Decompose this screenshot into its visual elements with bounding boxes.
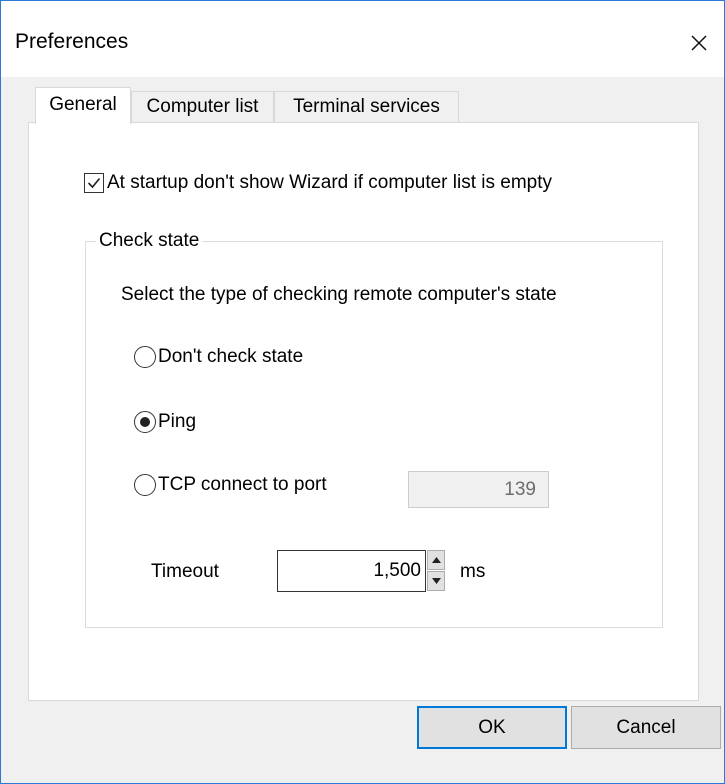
radio-tcp-connect[interactable] (134, 474, 156, 496)
radio-selected-dot (140, 417, 150, 427)
tab-terminal-services[interactable]: Terminal services (274, 91, 459, 123)
spin-up-button[interactable] (427, 550, 445, 570)
tab-general[interactable]: General (35, 87, 131, 124)
title-bar: Preferences (1, 1, 724, 77)
checkmark-icon (87, 177, 101, 189)
radio-ping-label[interactable]: Ping (158, 410, 196, 434)
check-state-description: Select the type of checking remote compu… (121, 284, 557, 305)
close-icon (691, 35, 707, 51)
wizard-checkbox-label[interactable]: At startup don't show Wizard if computer… (107, 172, 552, 194)
radio-dont-check-label[interactable]: Don't check state (158, 345, 303, 369)
check-state-group: Check state Select the type of checking … (85, 229, 663, 628)
tab-strip: General Computer list Terminal services (28, 87, 698, 124)
wizard-checkbox[interactable] (84, 173, 104, 193)
preferences-dialog: Preferences General Computer list Termin… (0, 0, 725, 784)
timeout-spinner (427, 550, 445, 592)
radio-ping[interactable] (134, 411, 156, 433)
radio-tcp-label[interactable]: TCP connect to port (158, 473, 327, 497)
timeout-label: Timeout (151, 561, 219, 582)
arrow-up-icon (432, 557, 441, 563)
timeout-unit-label: ms (460, 561, 486, 582)
cancel-button[interactable]: Cancel (571, 706, 721, 749)
window-title: Preferences (15, 30, 129, 53)
spin-down-button[interactable] (427, 571, 445, 591)
general-tab-panel: At startup don't show Wizard if computer… (28, 122, 699, 701)
check-state-legend: Check state (96, 229, 203, 253)
ok-button[interactable]: OK (417, 706, 567, 749)
tab-computer-list[interactable]: Computer list (131, 91, 274, 123)
close-button[interactable] (677, 21, 721, 65)
timeout-input[interactable]: 1,500 (277, 550, 426, 592)
port-input: 139 (408, 471, 549, 508)
arrow-down-icon (432, 578, 441, 584)
radio-dont-check-state[interactable] (134, 346, 156, 368)
